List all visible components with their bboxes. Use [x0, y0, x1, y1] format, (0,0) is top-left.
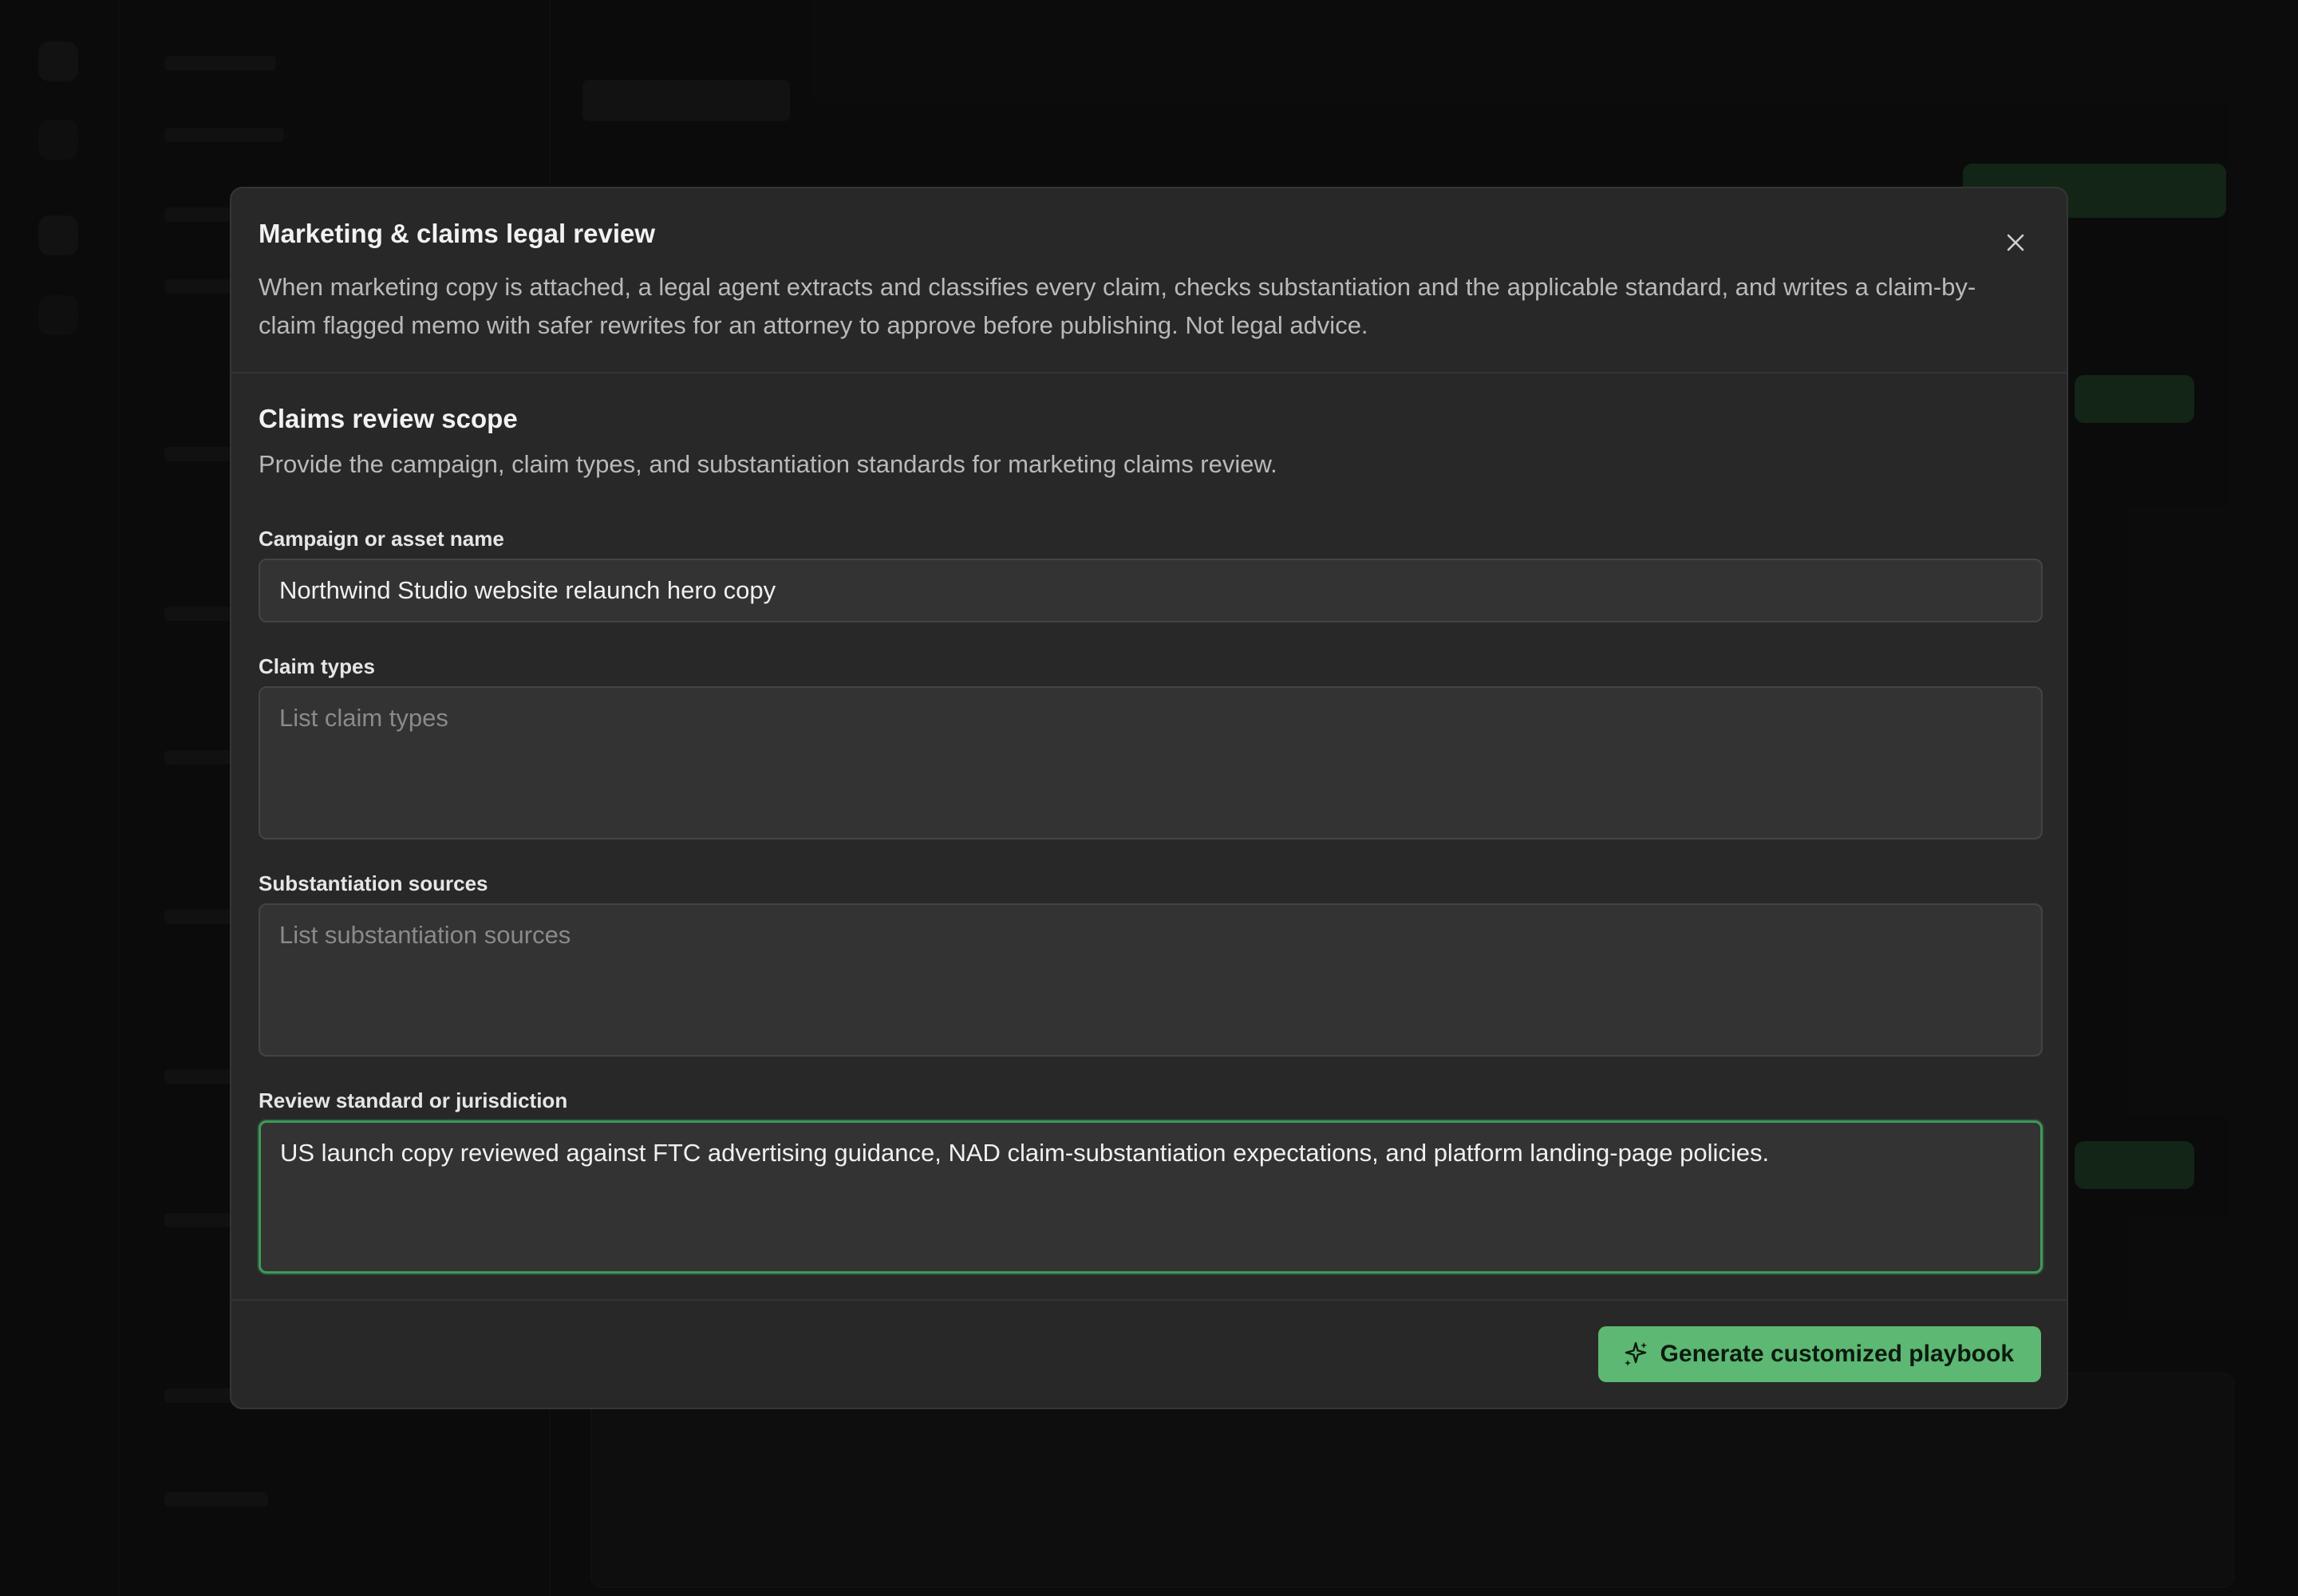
generate-playbook-label: Generate customized playbook: [1660, 1341, 2014, 1367]
dialog-description: When marketing copy is attached, a legal…: [259, 273, 1976, 339]
substantiation-textarea[interactable]: [259, 903, 2043, 1057]
playbook-dialog: Marketing & claims legal review When mar…: [230, 187, 2068, 1409]
section-description: Provide the campaign, claim types, and s…: [259, 450, 1277, 478]
close-button[interactable]: [1996, 223, 2035, 262]
review-standard-textarea[interactable]: US launch copy reviewed against FTC adve…: [259, 1120, 2043, 1274]
claim-types-label: Claim types: [259, 654, 375, 678]
campaign-label: Campaign or asset name: [259, 527, 504, 551]
sparkles-icon: [1624, 1341, 1647, 1366]
campaign-input[interactable]: [259, 559, 2043, 622]
claim-types-textarea[interactable]: [259, 686, 2043, 839]
generate-playbook-button[interactable]: Generate customized playbook: [1597, 1326, 2041, 1382]
dialog-header: Marketing & claims legal review When mar…: [231, 188, 2067, 373]
dialog-footer: Generate customized playbook: [231, 1299, 2067, 1408]
close-icon: [2007, 234, 2024, 251]
dialog-title: Marketing & claims legal review: [259, 219, 656, 248]
review-standard-label: Review standard or jurisdiction: [259, 1088, 568, 1112]
section-title: Claims review scope: [259, 404, 518, 433]
substantiation-label: Substantiation sources: [259, 871, 488, 895]
